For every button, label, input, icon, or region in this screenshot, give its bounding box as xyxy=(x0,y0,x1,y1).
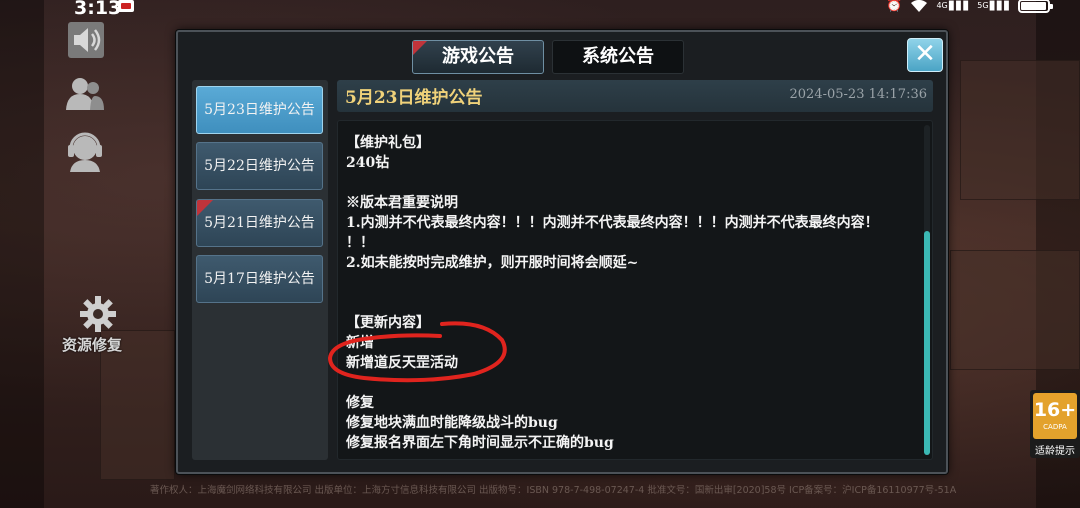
tab-label: 游戏公告 xyxy=(442,46,514,67)
notice-list: 5月23日维护公告 5月22日维护公告 5月21日维护公告 5月17日维护公告 xyxy=(192,80,328,460)
clock: 3:13 xyxy=(74,0,122,19)
age-rating-plate: 16+ CADPA xyxy=(1033,393,1077,439)
friends-button[interactable] xyxy=(64,74,106,114)
speaker-icon xyxy=(68,22,104,58)
signal-5g-icon: 5G▮▮▮ xyxy=(977,0,1010,13)
notice-item-label: 5月22日维护公告 xyxy=(204,158,315,174)
network-label: 4G xyxy=(936,1,948,10)
close-icon: ✕ xyxy=(914,39,936,69)
tab-game-announcement[interactable]: 游戏公告 xyxy=(412,40,544,74)
annotation-circle xyxy=(327,321,507,383)
support-button[interactable] xyxy=(64,128,106,172)
note-line: 2.如未能按时完成维护，则开服时间将会顺延~ xyxy=(346,255,639,271)
gear-icon xyxy=(80,296,116,332)
notice-content[interactable]: 【维护礼包】 240钻 ※版本君重要说明 1.内测并不代表最终内容！！！内测并不… xyxy=(337,120,933,460)
notice-item-label: 5月23日维护公告 xyxy=(204,102,315,118)
notice-item-0517[interactable]: 5月17日维护公告 xyxy=(196,255,323,303)
friends-icon xyxy=(66,78,104,110)
left-screen-edge xyxy=(0,0,44,508)
resource-repair-label: 资源修复 xyxy=(62,336,123,354)
close-button[interactable]: ✕ xyxy=(907,38,943,72)
fix-header: 修复 xyxy=(346,395,374,411)
age-rating-badge[interactable]: 16+ CADPA 适龄提示 xyxy=(1030,390,1080,458)
background-crate xyxy=(960,60,1080,200)
alarm-icon: ⏰ xyxy=(886,0,903,13)
gift-value: 240钻 xyxy=(346,155,390,171)
notice-item-0522[interactable]: 5月22日维护公告 xyxy=(196,142,323,190)
notice-item-label: 5月17日维护公告 xyxy=(204,271,315,287)
signal-4g-icon: 4G▮▮▮ xyxy=(936,0,970,13)
tab-label: 系统公告 xyxy=(582,46,654,67)
fix-item: 修复地块满血时能降级战斗的bug xyxy=(346,415,558,431)
gift-header: 【维护礼包】 xyxy=(346,135,430,151)
copyright-text: 著作权人：上海魔剑网络科技有限公司 出版单位：上海方寸信息科技有限公司 出版物号… xyxy=(150,485,957,496)
resource-repair-button[interactable]: 资源修复 xyxy=(62,294,132,354)
network-label: 5G xyxy=(977,1,989,10)
background-crate xyxy=(950,250,1080,370)
headset-icon xyxy=(68,132,102,172)
notice-text: 【维护礼包】 240钻 ※版本君重要说明 1.内测并不代表最终内容！！！内测并不… xyxy=(346,133,906,453)
age-rating-tip: 适龄提示 xyxy=(1035,446,1075,457)
wifi-icon xyxy=(911,0,928,12)
notification-icon xyxy=(118,0,134,12)
notice-item-label: 5月21日维护公告 xyxy=(204,215,315,231)
note-line: ！！ xyxy=(346,235,374,251)
announcement-panel: 游戏公告 系统公告 ✕ 5月23日维护公告 5月22日维护公告 5月21日维护公… xyxy=(176,30,948,474)
battery-icon xyxy=(1018,0,1053,13)
notice-item-0523[interactable]: 5月23日维护公告 xyxy=(196,86,323,134)
age-rating-number: 16+ xyxy=(1033,399,1077,421)
speaker-button[interactable] xyxy=(64,20,106,60)
note-line: 1.内测并不代表最终内容！！！内测并不代表最终内容！！！内测并不代表最终内容！ xyxy=(346,215,879,231)
notice-header: 5月23日维护公告 2024-05-23 14:17:36 xyxy=(337,80,933,112)
fix-item: 修复报名界面左下角时间显示不正确的bug xyxy=(346,435,614,451)
notice-datetime: 2024-05-23 14:17:36 xyxy=(789,87,927,102)
new-ribbon-icon xyxy=(197,200,213,216)
notice-item-0521[interactable]: 5月21日维护公告 xyxy=(196,199,323,247)
status-bar: 3:13 ⏰ 4G▮▮▮ 5G▮▮▮ xyxy=(0,0,1080,19)
notice-title: 5月23日维护公告 xyxy=(345,88,483,108)
note-header: ※版本君重要说明 xyxy=(346,195,458,211)
scrollbar-thumb[interactable] xyxy=(924,231,930,455)
age-rating-org: CADPA xyxy=(1043,423,1067,431)
tab-system-announcement[interactable]: 系统公告 xyxy=(552,40,684,74)
new-ribbon-icon xyxy=(413,41,427,55)
system-icons: ⏰ 4G▮▮▮ 5G▮▮▮ xyxy=(886,0,1053,13)
